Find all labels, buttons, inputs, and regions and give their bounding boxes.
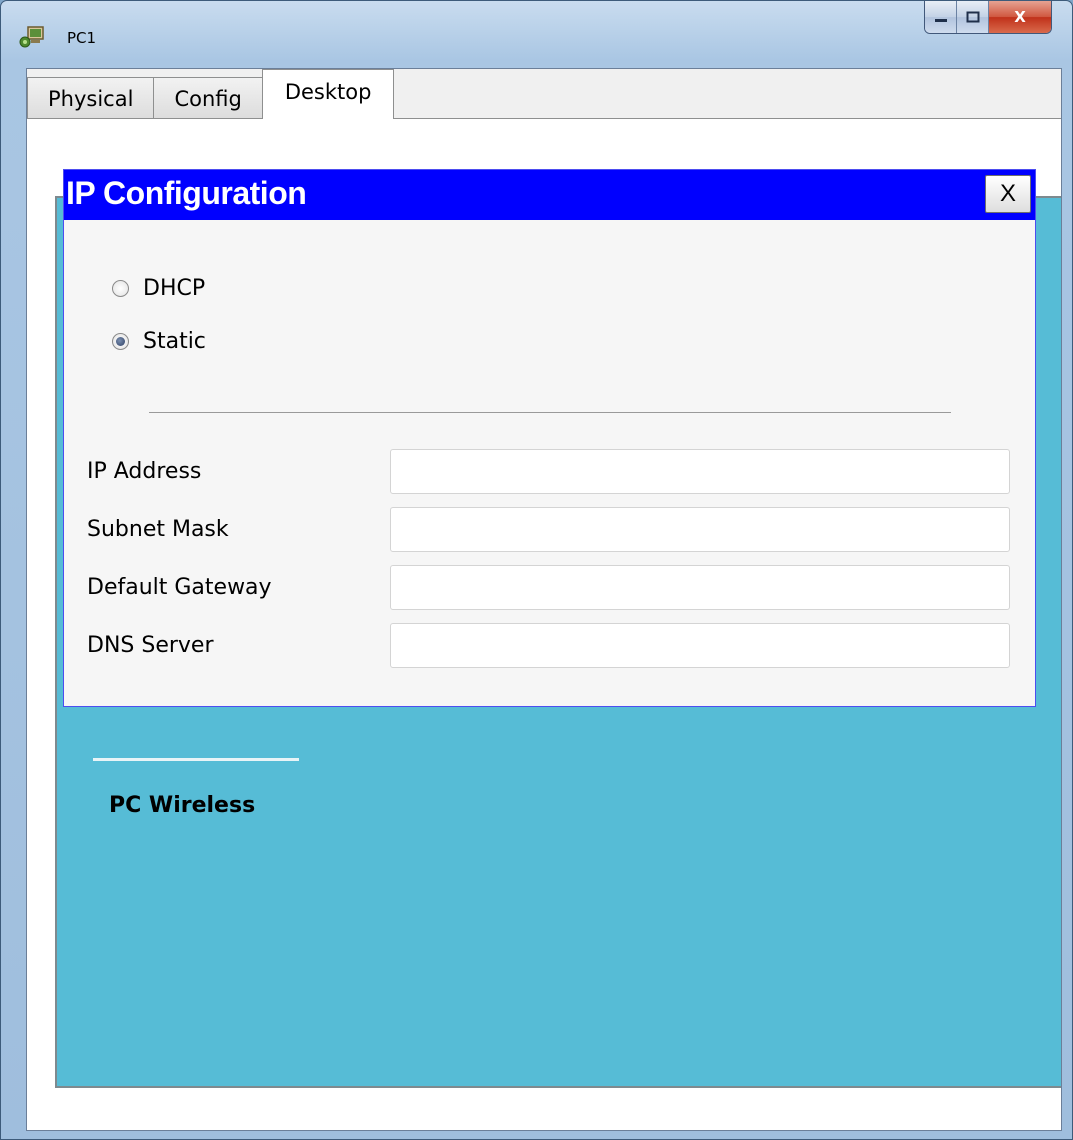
dhcp-option[interactable]: DHCP: [112, 276, 205, 301]
window-close-button[interactable]: X: [989, 1, 1051, 33]
subnet-mask-input[interactable]: [390, 507, 1010, 552]
title-bar[interactable]: PC1 X: [1, 1, 1072, 48]
static-label: Static: [143, 329, 206, 354]
dialog-title-bar: IP Configuration X: [64, 170, 1035, 220]
app-icon-edge: [93, 758, 299, 761]
caption-buttons: X: [924, 1, 1052, 34]
minimize-icon: [934, 8, 948, 27]
ip-configuration-dialog: IP Configuration X DHCP Static IP Addres…: [63, 169, 1036, 707]
static-radio[interactable]: [112, 333, 129, 350]
application-window: PC1 X Physical Config Desktop PC Wireles…: [0, 0, 1073, 1140]
packet-tracer-pc-icon: [19, 25, 49, 51]
dialog-title: IP Configuration: [66, 175, 307, 211]
maximize-icon: [966, 8, 980, 27]
default-gateway-input[interactable]: [390, 565, 1010, 610]
tab-physical[interactable]: Physical: [27, 77, 155, 119]
minimize-button[interactable]: [925, 1, 957, 33]
static-option[interactable]: Static: [112, 329, 206, 354]
tab-bar: Physical Config Desktop: [27, 69, 395, 119]
ip-address-label: IP Address: [87, 459, 202, 484]
divider: [149, 412, 951, 413]
dns-server-label: DNS Server: [87, 633, 214, 658]
pc-wireless-label[interactable]: PC Wireless: [109, 793, 255, 818]
default-gateway-label: Default Gateway: [87, 575, 272, 600]
radio-selected-dot: [116, 337, 125, 346]
close-icon: X: [999, 180, 1016, 207]
maximize-button[interactable]: [957, 1, 989, 33]
close-icon: X: [1014, 8, 1026, 26]
tab-desktop[interactable]: Desktop: [261, 69, 395, 119]
dhcp-radio[interactable]: [112, 280, 129, 297]
dns-server-input[interactable]: [390, 623, 1010, 668]
dialog-close-button[interactable]: X: [985, 175, 1031, 213]
ip-address-input[interactable]: [390, 449, 1010, 494]
dhcp-label: DHCP: [143, 276, 206, 301]
subnet-mask-label: Subnet Mask: [87, 517, 229, 542]
window-title: PC1: [67, 29, 97, 47]
tab-config[interactable]: Config: [153, 77, 263, 119]
